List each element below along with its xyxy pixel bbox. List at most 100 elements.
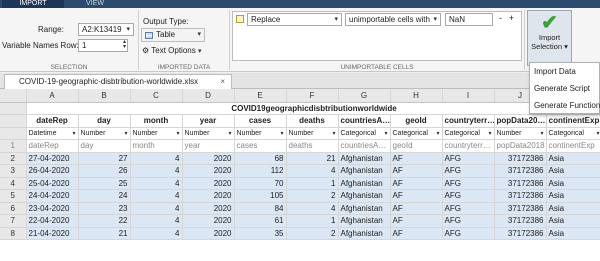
table-cell[interactable]: 37172386 [494, 152, 547, 165]
chevron-down-icon[interactable]: ▾ [72, 130, 75, 137]
rule-value-field[interactable]: NaN [445, 13, 493, 26]
table-cell[interactable]: year [182, 139, 235, 153]
table-cell[interactable]: 2 [286, 189, 339, 203]
table-cell[interactable]: 68 [234, 152, 287, 165]
table-cell[interactable]: Afghanistan [338, 189, 391, 203]
table-cell[interactable]: 37172386 [494, 164, 547, 178]
row-header[interactable]: 4 [0, 177, 27, 190]
table-cell[interactable]: AFG [442, 214, 495, 228]
import-selection-button[interactable]: ✔ Import Selection ▾ [527, 10, 572, 66]
chevron-down-icon[interactable]: ▾ [436, 130, 439, 137]
variable-type-dropdown[interactable]: Number ▾ [78, 127, 131, 140]
table-cell[interactable]: continentExp [546, 139, 600, 153]
row-header[interactable]: 6 [0, 202, 27, 215]
chevron-down-icon[interactable]: ▾ [332, 130, 335, 137]
menu-item-generate-function[interactable]: Generate Function [530, 97, 600, 114]
table-cell[interactable]: 4 [130, 152, 183, 165]
variable-name[interactable]: popData20… [494, 114, 547, 128]
variable-type-dropdown[interactable]: Categorical ▾ [338, 127, 391, 140]
column-header[interactable]: C [130, 89, 183, 103]
row-header[interactable]: 5 [0, 189, 27, 203]
table-cell[interactable]: 21 [78, 227, 131, 240]
table-cell[interactable]: AFG [442, 152, 495, 165]
close-icon[interactable]: × [220, 75, 225, 89]
column-header[interactable]: A [26, 89, 79, 103]
chevron-down-icon[interactable]: ▾ [176, 130, 179, 137]
table-cell[interactable]: 26-04-2020 [26, 164, 79, 178]
table-cell[interactable]: 2020 [182, 152, 235, 165]
table-cell[interactable]: 37172386 [494, 202, 547, 215]
row-header[interactable]: 1 [0, 139, 27, 153]
table-cell[interactable]: 2020 [182, 202, 235, 215]
table-cell[interactable]: Afghanistan [338, 164, 391, 178]
table-cell[interactable]: 37172386 [494, 227, 547, 240]
tab-view[interactable]: VIEW [68, 0, 122, 8]
row-header[interactable]: 8 [0, 227, 27, 240]
chevron-down-icon[interactable]: ▾ [384, 130, 387, 137]
variable-name[interactable]: countriesA… [338, 114, 391, 128]
table-cell[interactable]: Asia [546, 214, 600, 228]
table-cell[interactable]: 2020 [182, 177, 235, 190]
chevron-down-icon[interactable]: ▾ [197, 29, 201, 41]
table-cell[interactable]: AF [390, 214, 443, 228]
variable-type-dropdown[interactable]: Categorical ▾ [390, 127, 443, 140]
table-cell[interactable]: countriesA… [338, 139, 391, 153]
spinner-arrows-icon[interactable]: ▴ ▾ [123, 40, 126, 50]
table-cell[interactable]: 61 [234, 214, 287, 228]
chevron-down-icon[interactable]: ▾ [433, 14, 437, 25]
table-cell[interactable]: Asia [546, 177, 600, 190]
table-cell[interactable]: AF [390, 152, 443, 165]
table-cell[interactable]: 2020 [182, 189, 235, 203]
variable-name[interactable]: cases [234, 114, 287, 128]
table-cell[interactable]: 23-04-2020 [26, 202, 79, 215]
table-cell[interactable]: AFG [442, 189, 495, 203]
row-header[interactable]: 7 [0, 214, 27, 228]
table-cell[interactable]: 37172386 [494, 177, 547, 190]
rule-action-dropdown[interactable]: Replace ▾ [247, 13, 342, 26]
table-cell[interactable]: 2020 [182, 214, 235, 228]
table-cell[interactable]: Afghanistan [338, 214, 391, 228]
table-cell[interactable]: 84 [234, 202, 287, 215]
column-header[interactable]: G [338, 89, 391, 103]
table-cell[interactable]: Asia [546, 152, 600, 165]
column-header[interactable]: B [78, 89, 131, 103]
column-header[interactable]: E [234, 89, 287, 103]
remove-rule-button[interactable]: - [496, 14, 505, 23]
variable-name[interactable]: deaths [286, 114, 339, 128]
table-cell[interactable]: 24 [78, 189, 131, 203]
menu-item-generate-script[interactable]: Generate Script [530, 80, 599, 97]
table-cell[interactable]: AFG [442, 164, 495, 178]
table-cell[interactable]: 22 [78, 214, 131, 228]
table-cell[interactable]: Afghanistan [338, 177, 391, 190]
table-cell[interactable]: 2020 [182, 164, 235, 178]
table-cell[interactable]: 4 [130, 202, 183, 215]
table-cell[interactable]: AF [390, 164, 443, 178]
variable-name[interactable]: continentExp [546, 114, 600, 128]
table-cell[interactable]: AF [390, 189, 443, 203]
row-header[interactable]: 3 [0, 164, 27, 178]
table-cell[interactable]: AFG [442, 177, 495, 190]
table-cell[interactable]: 4 [130, 227, 183, 240]
column-header[interactable]: I [442, 89, 495, 103]
variable-type-dropdown[interactable]: Number ▾ [494, 127, 547, 140]
table-cell[interactable]: 105 [234, 189, 287, 203]
table-cell[interactable]: month [130, 139, 183, 153]
table-cell[interactable]: countryterr… [442, 139, 495, 153]
table-cell[interactable]: day [78, 139, 131, 153]
chevron-down-icon[interactable]: ▾ [124, 130, 127, 137]
table-cell[interactable]: cases [234, 139, 287, 153]
variable-names-row-field[interactable]: 1 ▴ ▾ [78, 39, 128, 52]
table-cell[interactable]: Afghanistan [338, 202, 391, 215]
variable-type-dropdown[interactable]: Datetime ▾ [26, 127, 79, 140]
menu-item-import-data[interactable]: Import Data [530, 63, 599, 80]
table-cell[interactable]: AF [390, 177, 443, 190]
table-cell[interactable]: 25-04-2020 [26, 177, 79, 190]
variable-type-dropdown[interactable]: Categorical ▾ [442, 127, 495, 140]
table-cell[interactable]: 4 [130, 214, 183, 228]
table-cell[interactable]: 24-04-2020 [26, 189, 79, 203]
file-tab[interactable]: COVID-19-geographic-disbtribution-worldw… [4, 74, 232, 89]
table-cell[interactable]: 22-04-2020 [26, 214, 79, 228]
table-cell[interactable]: 4 [130, 177, 183, 190]
add-rule-button[interactable]: + [507, 14, 516, 23]
variable-name[interactable]: day [78, 114, 131, 128]
